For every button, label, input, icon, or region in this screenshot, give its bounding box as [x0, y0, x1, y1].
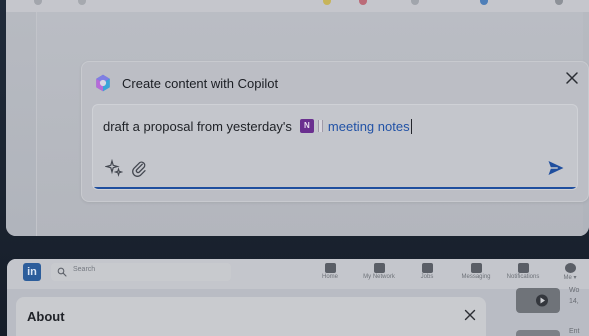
ribbon-icon [34, 0, 42, 5]
ribbon-icon [323, 0, 331, 5]
copilot-card: Create content with Copilot draft a prop… [81, 61, 589, 202]
nav-label: Notifications [506, 274, 540, 280]
nav-label: Jobs [420, 274, 434, 280]
nav-notifications[interactable]: Notifications [501, 263, 545, 287]
text-cursor [410, 118, 412, 134]
meeting-notes-mention[interactable]: meeting notes [328, 119, 410, 134]
nav-my-network[interactable]: My Network [359, 263, 399, 287]
desktop-background: Create content with Copilot draft a prop… [0, 0, 589, 336]
onenote-icon: N [299, 119, 314, 133]
search-icon [57, 267, 67, 277]
prompt-content[interactable]: draft a proposal from yesterday's N meet… [103, 117, 412, 135]
close-icon [566, 72, 578, 84]
nav-label: Me ▾ [563, 275, 577, 281]
ribbon-icon [411, 0, 419, 5]
prompt-input[interactable]: draft a proposal from yesterday's N meet… [92, 104, 578, 190]
nav-label: Home [321, 274, 338, 280]
about-dialog: About [16, 297, 486, 336]
network-icon [373, 263, 385, 273]
search-placeholder: Search [73, 266, 96, 273]
ribbon-icons [6, 0, 589, 7]
ribbon-icon [555, 0, 563, 5]
ribbon-icon [78, 0, 86, 5]
ribbon-icon [359, 0, 367, 5]
copilot-title: Create content with Copilot [122, 76, 279, 91]
side-thumbnail[interactable] [516, 330, 560, 336]
copilot-icon [96, 74, 110, 92]
about-title: About [27, 309, 65, 324]
sparkle-icon[interactable] [105, 159, 123, 177]
jobs-icon [421, 263, 433, 273]
send-icon[interactable] [546, 158, 566, 178]
linkedin-window: in Search Home My Network Jobs Messaging… [7, 259, 589, 336]
close-icon [464, 309, 476, 321]
nav-me[interactable]: Me ▾ [552, 263, 588, 287]
side-item-title[interactable]: Ent [569, 328, 580, 335]
nav-label: My Network [363, 274, 395, 280]
search-input[interactable]: Search [51, 263, 231, 281]
nav-messaging[interactable]: Messaging [455, 263, 497, 287]
close-button[interactable] [563, 69, 581, 87]
message-icon [470, 263, 482, 273]
nav-label: Messaging [461, 274, 491, 280]
side-item-title[interactable]: Wo [569, 287, 579, 294]
video-thumbnail[interactable] [516, 288, 560, 313]
prompt-text: draft a proposal from yesterday's [103, 118, 292, 134]
linkedin-logo[interactable]: in [23, 263, 41, 281]
nav-home[interactable]: Home [312, 263, 348, 287]
paperclip-icon[interactable] [130, 159, 148, 177]
home-icon [324, 263, 336, 273]
onenote-page-icon [317, 120, 323, 132]
linkedin-nav: in Search Home My Network Jobs Messaging… [7, 259, 589, 289]
side-item-meta: 14, [569, 298, 579, 305]
about-close-button[interactable] [461, 306, 479, 324]
ribbon-icon [480, 0, 488, 5]
avatar-icon [564, 263, 576, 273]
nav-jobs[interactable]: Jobs [409, 263, 445, 287]
play-icon [536, 294, 548, 307]
prompt-focus-line [93, 187, 577, 189]
bell-icon [517, 263, 529, 273]
